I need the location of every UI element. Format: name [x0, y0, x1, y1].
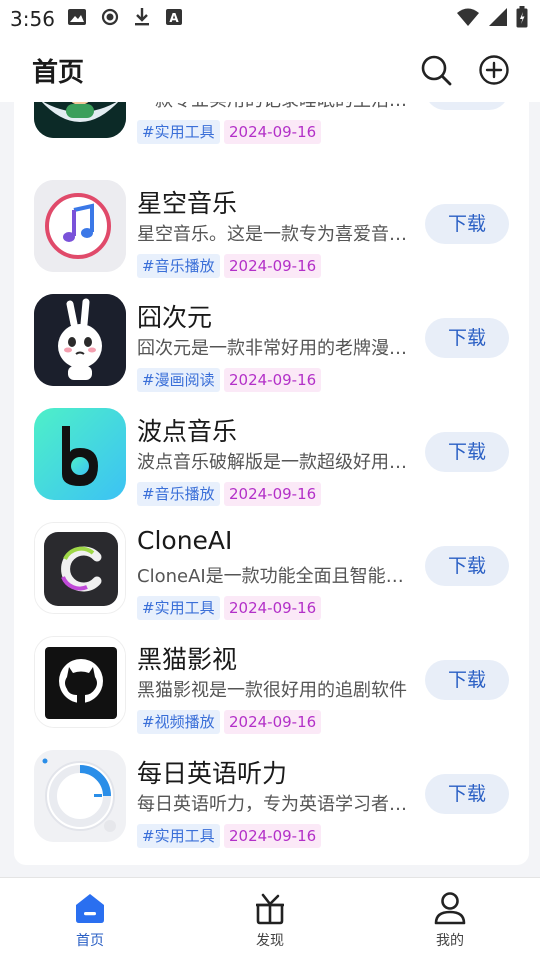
rabbit-mascot-icon	[34, 294, 126, 386]
category-tag[interactable]: #实用工具	[137, 824, 220, 848]
svg-text:A: A	[169, 11, 179, 25]
app-name: CloneAI	[137, 526, 233, 555]
app-bar: 首页	[0, 38, 540, 102]
date-badge: 2024-09-16	[224, 120, 322, 144]
a-badge-icon: A	[165, 8, 183, 30]
signal-icon	[488, 7, 508, 31]
app-name: 波点音乐	[137, 417, 238, 446]
status-bar: 3:56 A	[0, 0, 540, 38]
home-icon	[72, 890, 108, 926]
category-tag[interactable]: #视频播放	[137, 710, 220, 734]
list-item[interactable]: 囧次元 囧次元是一款非常好用的老牌漫画软件 #漫画阅读 2024-09-16 下…	[14, 294, 529, 408]
app-list-card: 一款专业实用的记录睡眠的生活工具 #实用工具 2024-09-16 下载 星空音…	[14, 88, 529, 865]
download-button[interactable]: 下载	[425, 660, 509, 700]
battery-icon	[516, 6, 528, 32]
download-button[interactable]: 下载	[425, 546, 509, 586]
app-desc: 黑猫影视是一款很好用的追剧软件	[137, 680, 407, 701]
download-button[interactable]: 下载	[425, 432, 509, 472]
gift-box-icon	[252, 890, 288, 926]
tab-discover[interactable]: 发现	[180, 878, 360, 960]
bodian-b-icon	[34, 408, 126, 500]
person-icon	[432, 890, 468, 926]
clone-c-icon	[34, 522, 126, 614]
list-item[interactable]: CloneAI CloneAI是一款功能全面且智能的工具 #实用工具 2024-…	[14, 522, 529, 636]
category-tag[interactable]: #音乐播放	[137, 482, 220, 506]
category-tag[interactable]: #音乐播放	[137, 254, 220, 278]
list-item[interactable]: 黑猫影视 黑猫影视是一款很好用的追剧软件 #视频播放 2024-09-16 下载	[14, 636, 529, 750]
app-name: 星空音乐	[137, 189, 238, 218]
app-desc: 波点音乐破解版是一款超级好用的音乐	[137, 452, 417, 473]
app-desc: 星空音乐。这是一款专为喜爱音乐的用户	[137, 224, 417, 245]
download-button[interactable]: 下载	[425, 774, 509, 814]
date-badge: 2024-09-16	[224, 482, 322, 506]
music-note-icon	[34, 180, 126, 272]
app-name: 囧次元	[137, 303, 213, 332]
tab-label: 发现	[256, 933, 284, 949]
date-badge: 2024-09-16	[224, 824, 322, 848]
dial-ring-icon	[34, 750, 126, 842]
app-desc: CloneAI是一款功能全面且智能的工具	[137, 566, 417, 587]
tab-label: 首页	[76, 933, 104, 949]
image-icon	[67, 8, 87, 30]
wifi-icon	[456, 7, 480, 31]
date-badge: 2024-09-16	[224, 368, 322, 392]
category-tag[interactable]: #实用工具	[137, 120, 220, 144]
date-badge: 2024-09-16	[224, 254, 322, 278]
tab-label: 我的	[436, 933, 464, 949]
bottom-tab-bar: 首页 发现 我的	[0, 877, 540, 960]
page-title: 首页	[32, 57, 85, 88]
date-badge: 2024-09-16	[224, 596, 322, 620]
app-desc: 每日英语听力，专为英语学习者打造	[137, 794, 417, 815]
download-button[interactable]: 下载	[425, 204, 509, 244]
category-tag[interactable]: #实用工具	[137, 596, 220, 620]
search-icon[interactable]	[420, 54, 452, 86]
list-item[interactable]: 星空音乐 星空音乐。这是一款专为喜爱音乐的用户 #音乐播放 2024-09-16…	[14, 180, 529, 294]
app-name: 每日英语听力	[137, 759, 288, 788]
status-time: 3:56	[10, 7, 55, 31]
app-name: 黑猫影视	[137, 645, 238, 674]
github-cat-icon	[34, 636, 126, 728]
tab-home[interactable]: 首页	[0, 878, 180, 960]
record-icon	[101, 8, 119, 30]
tab-profile[interactable]: 我的	[360, 878, 540, 960]
download-icon	[133, 7, 151, 31]
list-item[interactable]: 每日英语听力 每日英语听力，专为英语学习者打造 #实用工具 2024-09-16…	[14, 750, 529, 864]
list-item[interactable]: 波点音乐 波点音乐破解版是一款超级好用的音乐 #音乐播放 2024-09-16 …	[14, 408, 529, 522]
add-circle-icon[interactable]	[478, 54, 510, 86]
download-button[interactable]: 下载	[425, 318, 509, 358]
app-desc: 囧次元是一款非常好用的老牌漫画软件	[137, 338, 417, 359]
category-tag[interactable]: #漫画阅读	[137, 368, 220, 392]
date-badge: 2024-09-16	[224, 710, 322, 734]
